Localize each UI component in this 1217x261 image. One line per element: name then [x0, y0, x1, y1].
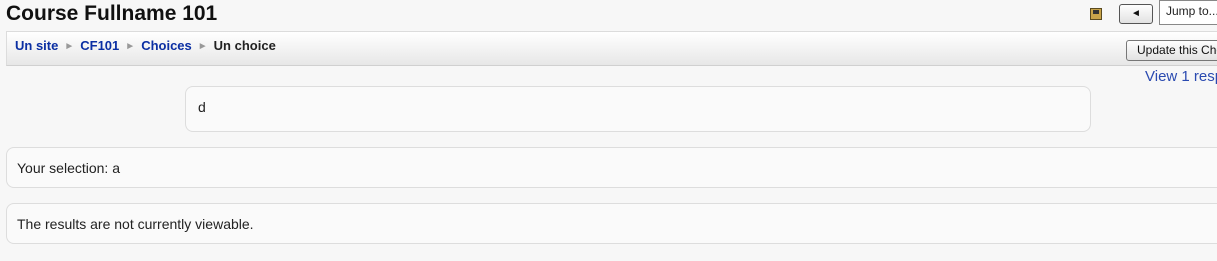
results-message: The results are not currently viewable. [17, 216, 254, 232]
page-title: Course Fullname 101 [6, 2, 218, 25]
your-selection-text: Your selection: a [17, 160, 120, 176]
your-selection-panel: Your selection: a [6, 147, 1217, 188]
view-responses-link[interactable]: View 1 responses [1145, 68, 1217, 85]
jump-to-select[interactable]: Jump to... [1159, 0, 1217, 25]
breadcrumb-separator-icon: ► [125, 41, 136, 52]
choice-intro-box: d [185, 86, 1091, 132]
results-panel: The results are not currently viewable. [6, 203, 1217, 244]
back-button[interactable]: ◄ [1119, 4, 1153, 24]
breadcrumb-course-link[interactable]: CF101 [80, 38, 119, 53]
breadcrumb: Un site ► CF101 ► Choices ► Un choice [15, 38, 276, 53]
navbar: Un site ► CF101 ► Choices ► Un choice Update t… [6, 31, 1217, 66]
save-icon[interactable] [1090, 8, 1102, 20]
breadcrumb-separator-icon: ► [64, 41, 75, 52]
update-choice-button[interactable]: Update this Choice [1126, 40, 1217, 61]
breadcrumb-separator-icon: ► [197, 41, 208, 52]
page: Course Fullname 101 ◄ Jump to... Un site… [0, 0, 1217, 261]
choice-intro-text: d [198, 99, 206, 115]
breadcrumb-choices-link[interactable]: Choices [141, 38, 192, 53]
breadcrumb-current: Un choice [213, 38, 276, 53]
breadcrumb-site-link[interactable]: Un site [15, 38, 58, 53]
